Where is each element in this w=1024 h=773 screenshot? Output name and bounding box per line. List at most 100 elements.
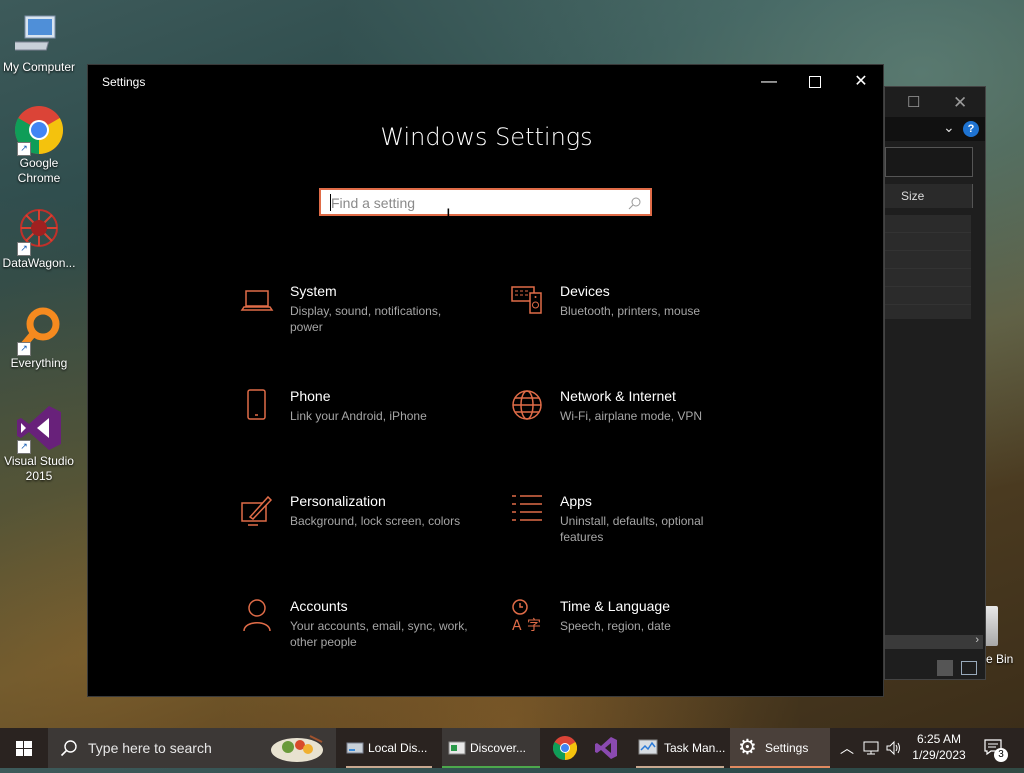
settings-titlebar[interactable]: Settings — ✕ bbox=[88, 65, 883, 99]
speaker-icon bbox=[886, 740, 900, 756]
network-tray-button[interactable] bbox=[860, 728, 882, 768]
tile-name: System bbox=[290, 283, 337, 299]
network-icon bbox=[863, 741, 879, 755]
taskbar-item-settings[interactable]: ⚙ Settings bbox=[730, 728, 830, 768]
details-view-icon[interactable] bbox=[937, 660, 953, 676]
tile-name: Apps bbox=[560, 493, 592, 509]
desktop-icon-label: DataWagon... bbox=[2, 256, 76, 270]
volume-tray-button[interactable] bbox=[883, 728, 905, 768]
maximize-icon[interactable]: ☐ bbox=[907, 93, 920, 111]
tile-name: Devices bbox=[560, 283, 610, 299]
tile-devices[interactable]: Devices Bluetooth, printers, mouse bbox=[510, 283, 750, 353]
large-icons-view-icon[interactable] bbox=[961, 661, 977, 675]
tile-description: Display, sound, notifications, power bbox=[290, 304, 442, 334]
desktop-icon-my-computer[interactable]: My Computer bbox=[0, 10, 78, 75]
chevron-right-icon[interactable]: › bbox=[975, 634, 979, 646]
tile-name: Network & Internet bbox=[560, 388, 676, 404]
gear-icon: ⚙ bbox=[738, 735, 757, 759]
computer-icon bbox=[9, 10, 63, 58]
chevron-down-icon[interactable]: ⌄ bbox=[943, 119, 955, 136]
shortcut-arrow-icon: ↗ bbox=[17, 242, 31, 256]
desktop-icon-label: Everything bbox=[10, 356, 68, 370]
globe-icon bbox=[510, 388, 544, 422]
taskbar-search-box[interactable]: Type here to search bbox=[48, 728, 336, 768]
tile-description: Speech, region, date bbox=[560, 619, 671, 633]
search-icon bbox=[60, 740, 77, 757]
taskbar-item-task-manager[interactable]: Task Man... bbox=[632, 728, 728, 768]
visual-studio-icon: ↗ bbox=[15, 404, 63, 454]
desktop-icon-label: e Bin bbox=[986, 652, 1014, 666]
desktop-icon-visual-studio[interactable]: ↗ Visual Studio 2015 bbox=[0, 404, 78, 484]
laptop-icon bbox=[240, 283, 274, 317]
search-highlight-image bbox=[270, 732, 324, 764]
ribbon-bar: ⌄ ? bbox=[885, 117, 985, 141]
taskbar-item-chrome[interactable] bbox=[544, 728, 584, 768]
desktop-icon-label: My Computer bbox=[2, 60, 76, 74]
desktop-icon-datawagon[interactable]: ↗ DataWagon... bbox=[0, 206, 78, 271]
drive-icon bbox=[346, 742, 364, 754]
desktop-icon-google-chrome[interactable]: ↗ Google Chrome bbox=[0, 106, 78, 186]
search-box[interactable] bbox=[885, 147, 973, 177]
tile-accounts[interactable]: Accounts Your accounts, email, sync, wor… bbox=[240, 598, 480, 668]
tile-description: Uninstall, defaults, optional features bbox=[560, 514, 704, 544]
windows-logo-icon bbox=[16, 741, 32, 756]
task-manager-icon bbox=[638, 739, 658, 755]
taskbar-item-label: Discover... bbox=[470, 741, 527, 755]
background-explorer-window[interactable]: ☐ ✕ ⌄ ? Size › bbox=[884, 86, 986, 680]
tile-personalization[interactable]: Personalization Background, lock screen,… bbox=[240, 493, 480, 563]
file-list[interactable] bbox=[885, 215, 971, 319]
page-title: Windows Settings bbox=[380, 123, 593, 151]
show-hidden-icons-button[interactable]: ︿ bbox=[836, 728, 856, 768]
devices-icon bbox=[510, 283, 544, 317]
svg-text:字: 字 bbox=[527, 618, 541, 632]
tile-description: Bluetooth, printers, mouse bbox=[560, 304, 701, 318]
help-icon[interactable]: ? bbox=[963, 121, 979, 137]
clock-date: 1/29/2023 bbox=[912, 748, 966, 762]
discover-icon bbox=[448, 741, 466, 755]
start-button[interactable] bbox=[0, 728, 48, 768]
tile-phone[interactable]: Phone Link your Android, iPhone bbox=[240, 388, 480, 458]
chevron-up-icon: ︿ bbox=[840, 740, 854, 756]
minimize-button[interactable]: — bbox=[746, 65, 792, 99]
taskbar-item-label: Task Man... bbox=[664, 741, 726, 755]
everything-icon: ↗ bbox=[15, 306, 63, 356]
find-setting-input[interactable]: Find a setting bbox=[319, 188, 652, 216]
time-language-icon: A字 bbox=[510, 598, 544, 634]
tile-network-internet[interactable]: Network & Internet Wi-Fi, airplane mode,… bbox=[510, 388, 750, 458]
background-window-titlebar: ☐ ✕ bbox=[885, 87, 985, 117]
tile-description: Your accounts, email, sync, work, other … bbox=[290, 619, 468, 649]
tile-apps[interactable]: Apps Uninstall, defaults, optional featu… bbox=[510, 493, 750, 563]
tile-system[interactable]: System Display, sound, notifications, po… bbox=[240, 283, 480, 353]
tile-time-language[interactable]: A字 Time & Language Speech, region, date bbox=[510, 598, 750, 668]
tile-name: Accounts bbox=[290, 598, 348, 614]
tile-name: Time & Language bbox=[560, 598, 670, 614]
horizontal-scrollbar[interactable]: › bbox=[885, 634, 983, 649]
paintbrush-icon bbox=[240, 493, 274, 527]
settings-window[interactable]: Settings — ✕ Windows Settings Find a set… bbox=[87, 64, 884, 697]
chrome-icon: ↗ bbox=[14, 106, 64, 156]
shortcut-arrow-icon: ↗ bbox=[17, 142, 31, 156]
close-button[interactable]: ✕ bbox=[838, 65, 884, 99]
visual-studio-icon bbox=[595, 737, 617, 759]
action-center-button[interactable]: 3 bbox=[976, 728, 1016, 768]
notification-badge: 3 bbox=[994, 748, 1008, 762]
taskbar-item-label: Local Dis... bbox=[368, 741, 428, 755]
clock[interactable]: 6:25 AM 1/29/2023 bbox=[908, 728, 970, 768]
taskbar-item-discover[interactable]: Discover... bbox=[442, 728, 540, 768]
status-bar bbox=[885, 657, 983, 679]
person-icon bbox=[240, 598, 274, 632]
maximize-button[interactable] bbox=[792, 65, 838, 99]
apps-list-icon bbox=[510, 493, 544, 527]
shortcut-arrow-icon: ↗ bbox=[17, 440, 31, 454]
taskbar: Type here to search Local Dis... Discove… bbox=[0, 728, 1024, 768]
tile-name: Personalization bbox=[290, 493, 386, 509]
close-icon[interactable]: ✕ bbox=[953, 93, 967, 113]
desktop-icon-label: Google Chrome bbox=[17, 156, 61, 185]
taskbar-item-visual-studio[interactable] bbox=[586, 728, 626, 768]
desktop-icon-everything[interactable]: ↗ Everything bbox=[0, 306, 78, 371]
column-header-size[interactable]: Size bbox=[885, 184, 973, 208]
clock-time: 6:25 AM bbox=[916, 732, 962, 746]
tile-name: Phone bbox=[290, 388, 331, 404]
taskbar-item-local-disk[interactable]: Local Dis... bbox=[340, 728, 438, 768]
shortcut-arrow-icon: ↗ bbox=[17, 342, 31, 356]
